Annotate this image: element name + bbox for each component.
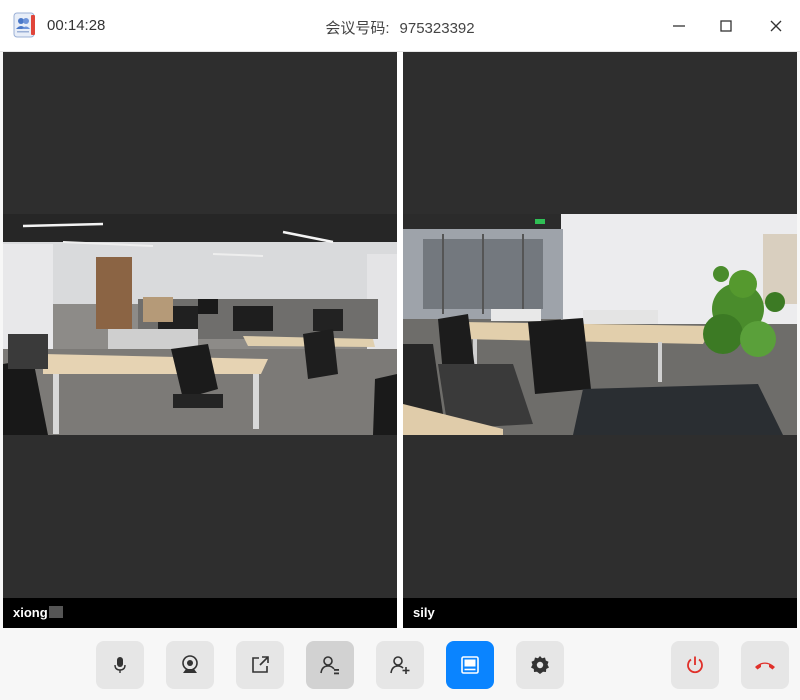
- camera-icon: [182, 655, 198, 673]
- close-button[interactable]: [762, 12, 790, 40]
- add-participant-button[interactable]: [376, 641, 424, 689]
- participant-name: sily: [413, 605, 435, 620]
- settings-button[interactable]: [516, 641, 564, 689]
- microphone-button[interactable]: [96, 641, 144, 689]
- redacted-text: [48, 606, 63, 618]
- video-feed-image: [3, 214, 397, 435]
- close-icon: [770, 20, 782, 32]
- minimize-button[interactable]: [665, 12, 693, 40]
- participants-button[interactable]: [306, 641, 354, 689]
- participant-name-bar: xiong: [3, 598, 397, 628]
- maximize-button[interactable]: [712, 12, 740, 40]
- video-feed-image: [403, 214, 797, 435]
- add-participant-icon: [390, 656, 410, 674]
- participant-video-xiong[interactable]: xiong: [3, 52, 397, 628]
- participants-icon: [320, 656, 339, 675]
- minimize-icon: [673, 25, 685, 27]
- layout-icon: [461, 656, 479, 674]
- meeting-timer: 00:14:28: [47, 17, 106, 34]
- power-button[interactable]: [671, 641, 719, 689]
- layout-button[interactable]: [446, 641, 494, 689]
- power-icon: [687, 656, 703, 674]
- microphone-icon: [114, 657, 126, 673]
- meeting-number-label: 会议号码:: [325, 20, 390, 37]
- title-bar: 00:14:28 会议号码: 975323392: [0, 0, 800, 52]
- camera-button[interactable]: [166, 641, 214, 689]
- screen-share-icon: [252, 656, 269, 673]
- hang-up-button[interactable]: [741, 641, 789, 689]
- participant-name-bar: sily: [403, 598, 797, 628]
- screen-share-button[interactable]: [236, 641, 284, 689]
- hang-up-icon: [755, 662, 775, 670]
- participant-video-sily[interactable]: sily: [403, 52, 797, 628]
- app-logo-icon: [13, 12, 35, 38]
- gear-icon: [531, 656, 549, 674]
- meeting-toolbar: [0, 628, 800, 700]
- participant-name: xiong: [13, 605, 48, 620]
- maximize-icon: [720, 20, 732, 32]
- meeting-number-value: 975323392: [399, 20, 475, 37]
